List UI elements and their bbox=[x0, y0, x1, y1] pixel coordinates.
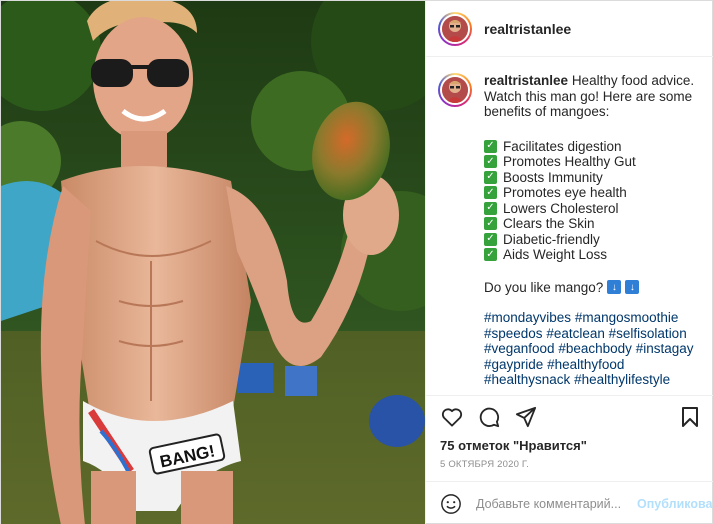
hashtag-link[interactable]: #healthylifestyle bbox=[574, 372, 670, 387]
list-item: ✓ Clears the Skin bbox=[484, 216, 700, 232]
hashtag-link[interactable]: #mondayvibes bbox=[484, 310, 571, 325]
avatar[interactable] bbox=[438, 11, 472, 46]
check-mark-icon: ✓ bbox=[484, 248, 497, 262]
benefit-text: Promotes Healthy Gut bbox=[503, 154, 636, 169]
hashtag-link[interactable]: #healthysnack bbox=[484, 372, 570, 387]
post-photo[interactable]: BANG! bbox=[1, 1, 425, 524]
benefit-text: Facilitates digestion bbox=[503, 138, 622, 154]
photo-illustration: BANG! bbox=[1, 1, 425, 524]
benefit-text: Aids Weight Loss bbox=[503, 247, 608, 262]
arrow-down-icon: ↓ bbox=[607, 280, 622, 295]
avatar-portrait bbox=[442, 15, 468, 42]
instagram-post: BANG! realtristanlee realtristanlee Heal… bbox=[0, 0, 713, 524]
list-item: ✓ Promotes eye health bbox=[484, 185, 700, 201]
benefit-text: Promotes eye health bbox=[503, 185, 627, 200]
hashtag-link[interactable]: #gaypride bbox=[484, 357, 543, 372]
check-mark-icon: ✓ bbox=[484, 155, 497, 169]
check-mark-icon: ✓ bbox=[484, 217, 497, 231]
benefits-list: ✓ Facilitates digestion ✓ Promotes Healthy… bbox=[484, 139, 700, 263]
post-date[interactable]: 5 ОКТЯБРЯ 2020 Г. bbox=[426, 455, 713, 481]
heart-icon[interactable] bbox=[440, 405, 464, 429]
hashtag-link[interactable]: #selfisolation bbox=[609, 326, 687, 341]
check-mark-icon: ✓ bbox=[484, 232, 497, 246]
caption-area: realtristanlee Healthy food advice. Watc… bbox=[426, 57, 713, 395]
action-bar bbox=[426, 395, 713, 437]
hashtag-link[interactable]: #speedos bbox=[484, 326, 543, 341]
emoji-icon[interactable] bbox=[440, 493, 462, 515]
post-header: realtristanlee bbox=[426, 1, 713, 57]
caption-avatar[interactable] bbox=[438, 73, 472, 107]
comment-form: Опубликовать bbox=[426, 481, 713, 524]
caption-username[interactable]: realtristanlee bbox=[484, 73, 568, 88]
check-mark-icon: ✓ bbox=[484, 201, 497, 215]
post-side-panel: realtristanlee realtristanlee Healthy fo… bbox=[425, 1, 713, 524]
list-item: ✓ Diabetic-friendly bbox=[484, 232, 700, 248]
comment-icon[interactable] bbox=[477, 405, 501, 429]
list-item: ✓ Promotes Healthy Gut bbox=[484, 154, 700, 170]
list-item: ✓ Boosts Immunity bbox=[484, 170, 700, 186]
check-mark-icon: ✓ bbox=[484, 186, 497, 200]
hashtags: #mondayvibes #mangosmoothie #speedos #ea… bbox=[484, 310, 700, 388]
list-item: ✓ Facilitates digestion bbox=[484, 139, 700, 155]
header-username[interactable]: realtristanlee bbox=[484, 21, 571, 37]
hashtag-link[interactable]: #veganfood bbox=[484, 341, 555, 356]
bookmark-icon[interactable] bbox=[678, 405, 702, 429]
check-mark-icon: ✓ bbox=[484, 139, 497, 153]
benefit-text: Clears the Skin bbox=[503, 216, 595, 231]
question-text: Do you like mango? bbox=[484, 279, 604, 295]
list-item: ✓ Lowers Cholesterol bbox=[484, 201, 700, 217]
caption-text: realtristanlee Healthy food advice. Watc… bbox=[484, 73, 700, 395]
caption-question: Do you like mango? ↓ ↓ bbox=[484, 280, 700, 296]
hashtag-link[interactable]: #beachbody bbox=[558, 341, 632, 356]
comment-input[interactable] bbox=[476, 496, 637, 511]
caption-avatar-image bbox=[440, 75, 470, 105]
arrow-down-icon: ↓ bbox=[625, 280, 640, 295]
share-icon[interactable] bbox=[514, 405, 538, 429]
benefit-text: Diabetic-friendly bbox=[503, 231, 600, 247]
publish-button[interactable]: Опубликовать bbox=[637, 497, 713, 511]
hashtag-link[interactable]: #healthyfood bbox=[547, 357, 624, 372]
benefit-text: Boosts Immunity bbox=[503, 169, 603, 185]
likes-count[interactable]: 75 отметок "Нравится" bbox=[426, 437, 713, 455]
benefit-text: Lowers Cholesterol bbox=[503, 200, 619, 216]
avatar-image bbox=[440, 13, 470, 44]
hashtag-link[interactable]: #eatclean bbox=[546, 326, 605, 341]
hashtag-link[interactable]: #mangosmoothie bbox=[575, 310, 679, 325]
hashtag-link[interactable]: #instagay bbox=[636, 341, 694, 356]
caption-intro: realtristanlee Healthy food advice. Watc… bbox=[484, 73, 700, 120]
avatar-portrait bbox=[442, 77, 468, 103]
check-mark-icon: ✓ bbox=[484, 170, 497, 184]
list-item: ✓ Aids Weight Loss bbox=[484, 247, 700, 263]
